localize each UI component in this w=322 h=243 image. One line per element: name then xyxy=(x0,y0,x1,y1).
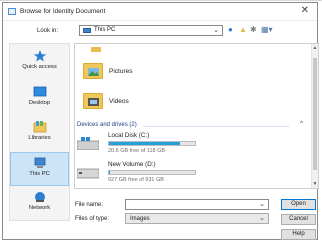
collapse-icon[interactable]: ^ xyxy=(300,121,303,127)
cancel-button[interactable]: Cancel xyxy=(281,214,316,225)
place-label: Desktop xyxy=(28,100,51,106)
file-dialog: Browse for Identity Document ✕ Look in: … xyxy=(2,2,319,240)
scroll-thumb[interactable] xyxy=(313,58,317,170)
places-bar: Quick access Desktop Libraries This PC N… xyxy=(9,43,70,221)
dialog-title: Browse for Identity Document xyxy=(20,8,106,15)
group-header-label: Devices and drives (2) xyxy=(77,122,137,128)
library-icon xyxy=(33,121,46,133)
place-label: Quick access xyxy=(22,64,57,70)
place-label: This PC xyxy=(29,171,50,177)
film-badge-icon xyxy=(88,98,99,106)
drive-usage-fill xyxy=(109,142,181,145)
group-header-devices[interactable]: Devices and drives (2) ^ xyxy=(77,121,303,131)
item-name: Pictures xyxy=(109,68,133,75)
place-libraries[interactable]: Libraries xyxy=(10,117,69,151)
up-folder-icon[interactable]: ▲ xyxy=(239,26,247,34)
pc-small-icon xyxy=(83,28,91,33)
scroll-up-icon[interactable]: ▲ xyxy=(312,45,318,51)
list-item-pictures[interactable]: Pictures xyxy=(83,61,283,89)
back-icon[interactable]: ● xyxy=(228,26,233,34)
open-button[interactable]: Open xyxy=(281,199,316,210)
pc-icon xyxy=(34,157,45,168)
picture-badge-icon xyxy=(88,68,99,76)
filename-label: File name: xyxy=(75,202,104,208)
filetype-value: Images xyxy=(130,216,150,222)
drive-name: New Volume (D:) xyxy=(108,161,156,168)
vertical-scrollbar[interactable]: ▲ ▼ xyxy=(311,44,318,188)
scroll-down-icon[interactable]: ▼ xyxy=(312,181,318,187)
drive-c[interactable]: Local Disk (C:) 20.6 GB free of 118 GB xyxy=(77,132,277,156)
dialog-icon xyxy=(8,8,16,15)
group-divider xyxy=(143,126,289,127)
drive-free-space: 927 GB free of 931 GB xyxy=(108,177,164,183)
desktop-icon xyxy=(33,86,46,97)
item-name: Videos xyxy=(109,98,129,105)
place-network[interactable]: Network xyxy=(10,187,69,221)
hard-drive-icon xyxy=(77,168,99,179)
filetype-label: Files of type: xyxy=(75,216,110,222)
place-quick-access[interactable]: Quick access xyxy=(10,46,69,80)
drive-free-space: 20.6 GB free of 118 GB xyxy=(108,148,166,154)
windows-drive-icon xyxy=(77,137,99,150)
list-item-videos[interactable]: Videos xyxy=(83,91,283,119)
chevron-down-icon[interactable]: ⌄ xyxy=(213,26,219,34)
lookin-label: Look in: xyxy=(37,28,59,34)
drive-name: Local Disk (C:) xyxy=(108,132,150,139)
chevron-down-icon[interactable]: ⌄ xyxy=(259,200,265,208)
help-button[interactable]: Help xyxy=(281,229,316,240)
chevron-down-icon[interactable]: ⌄ xyxy=(259,214,265,222)
videos-folder-icon xyxy=(83,93,103,109)
lookin-value: This PC xyxy=(94,27,116,33)
filename-input[interactable]: ⌄ xyxy=(125,199,269,210)
close-icon[interactable]: ✕ xyxy=(301,6,309,16)
drive-usage-bar xyxy=(108,170,196,175)
pictures-folder-icon xyxy=(83,63,103,79)
star-icon xyxy=(33,50,46,62)
lookin-combo[interactable]: This PC ⌄ xyxy=(79,25,223,36)
filetype-select[interactable]: Images ⌄ xyxy=(125,213,269,224)
view-menu-icon[interactable]: ▦▾ xyxy=(261,26,273,34)
top-edge xyxy=(0,0,322,1)
drive-d[interactable]: New Volume (D:) 927 GB free of 931 GB xyxy=(77,161,277,185)
folder-icon xyxy=(91,47,101,52)
place-desktop[interactable]: Desktop xyxy=(10,82,69,116)
place-label: Network xyxy=(28,205,51,211)
drive-usage-bar xyxy=(108,141,196,146)
new-folder-icon[interactable]: ✱ xyxy=(250,26,257,34)
file-list[interactable]: Pictures Videos Devices and drives (2) ^ xyxy=(74,43,319,189)
title-bar: Browse for Identity Document ✕ xyxy=(3,3,317,21)
place-label: Libraries xyxy=(28,135,51,141)
network-icon xyxy=(34,192,45,202)
place-this-pc[interactable]: This PC xyxy=(10,152,69,186)
